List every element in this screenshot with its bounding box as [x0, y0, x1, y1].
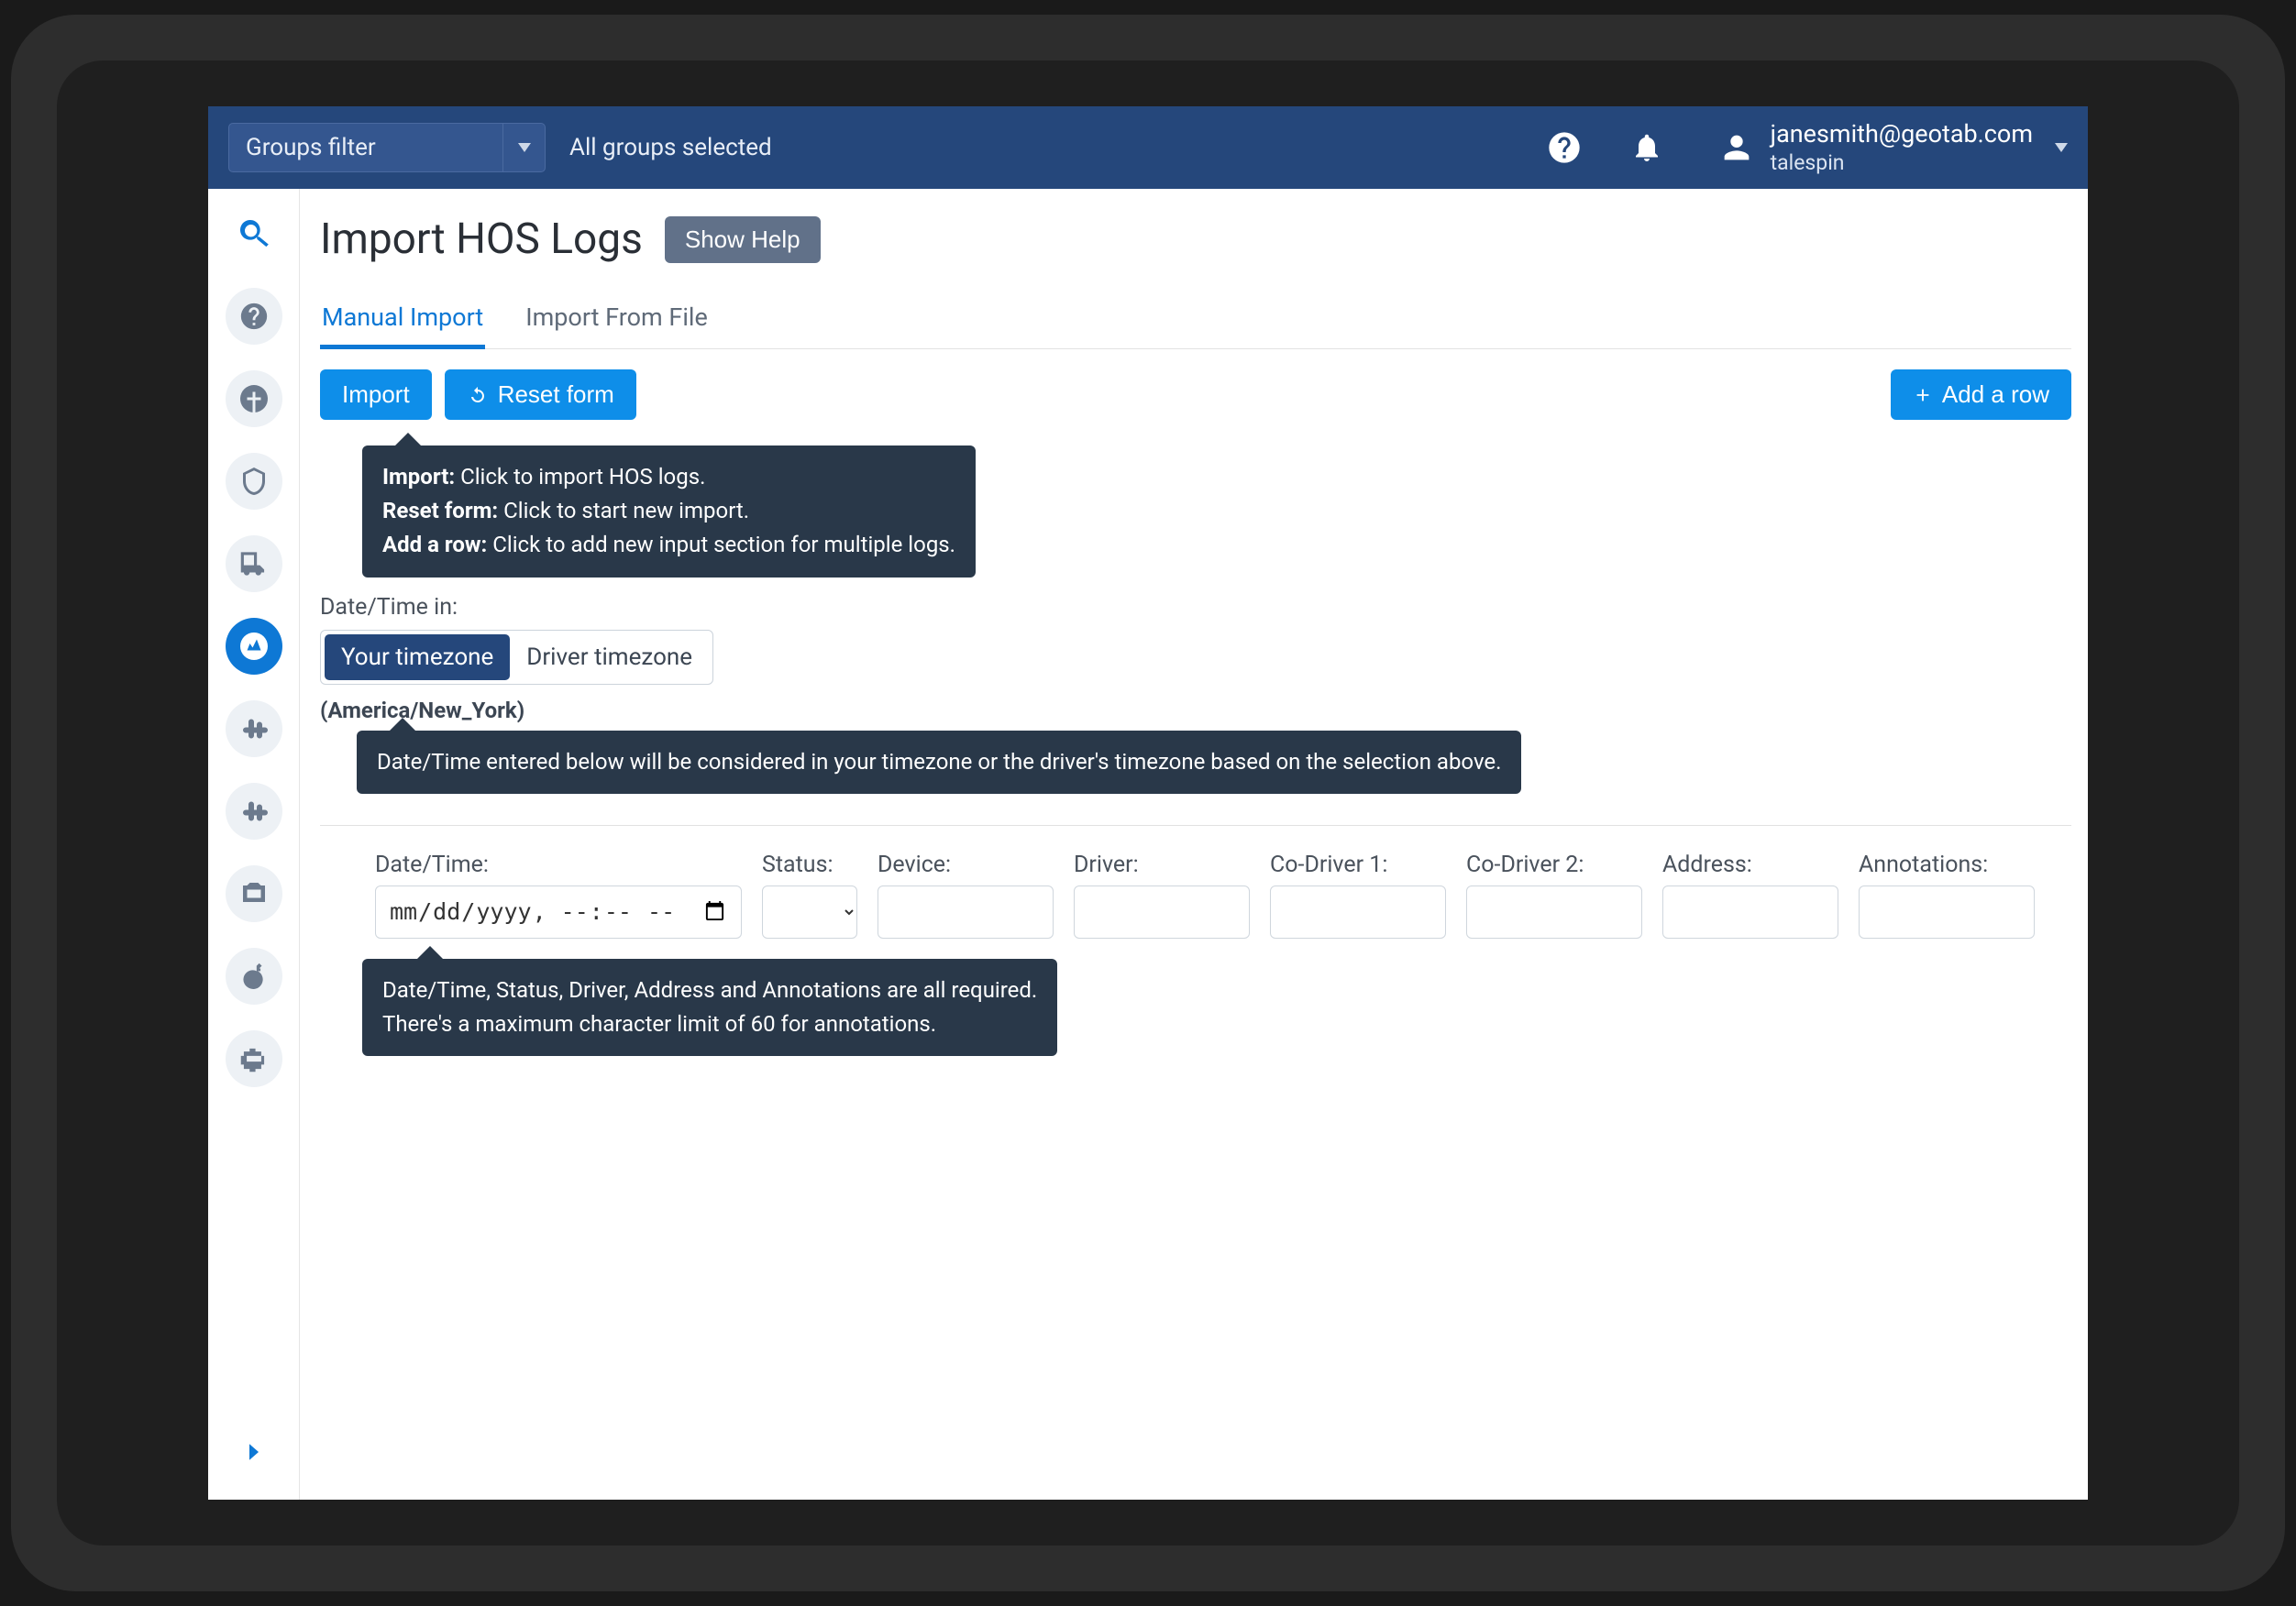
codriver2-label: Co-Driver 2:: [1466, 852, 1642, 878]
tablet-frame: Groups filter All groups selected: [11, 15, 2285, 1591]
datetime-input[interactable]: [375, 886, 742, 939]
help-icon[interactable]: [1541, 125, 1587, 170]
page-title: Import HOS Logs: [320, 214, 643, 264]
sidebar-diagnostics-icon[interactable]: [226, 865, 282, 922]
groups-filter[interactable]: Groups filter: [228, 123, 546, 172]
show-help-button[interactable]: Show Help: [665, 216, 821, 263]
caret-down-icon: [518, 143, 531, 152]
import-button[interactable]: Import: [320, 369, 432, 420]
sidebar-addin1-icon[interactable]: [226, 700, 282, 757]
bell-icon[interactable]: [1624, 125, 1670, 170]
add-row-button[interactable]: Add a row: [1891, 369, 2071, 420]
body: Import HOS Logs Show Help Manual Import …: [208, 189, 2088, 1500]
timezone-label: Date/Time in:: [320, 594, 2071, 621]
user-company: talespin: [1771, 150, 2033, 177]
tab-manual-import[interactable]: Manual Import: [320, 302, 485, 349]
sidebar-help-button[interactable]: [226, 288, 282, 345]
reset-form-label: Reset form: [498, 380, 614, 409]
timezone-toggle: Your timezone Driver timezone: [320, 630, 713, 685]
device-label: Device:: [878, 852, 1054, 878]
address-input[interactable]: [1662, 886, 1838, 939]
divider: [320, 825, 2071, 826]
user-text: janesmith@geotab.com talespin: [1771, 119, 2033, 177]
address-label: Address:: [1662, 852, 1838, 878]
timezone-your[interactable]: Your timezone: [325, 634, 510, 680]
timezone-current: (America/New_York): [320, 698, 2071, 723]
tabs: Manual Import Import From File: [320, 302, 2071, 349]
sidebar-shield-icon[interactable]: [226, 453, 282, 510]
tooltip-fields: Date/Time, Status, Driver, Address and A…: [362, 959, 1057, 1056]
sidebar-expand-button[interactable]: [226, 1424, 281, 1480]
datetime-label: Date/Time:: [375, 852, 742, 878]
groups-filter-label[interactable]: Groups filter: [228, 123, 503, 172]
action-row: Import Reset form Add a row: [320, 369, 2071, 420]
status-select[interactable]: [762, 886, 857, 939]
sidebar-activity-button[interactable]: [226, 618, 282, 675]
caret-down-icon: [2055, 143, 2068, 152]
timezone-section: Date/Time in: Your timezone Driver timez…: [320, 594, 2071, 723]
timezone-driver[interactable]: Driver timezone: [510, 634, 709, 680]
sidebar-bomb-icon[interactable]: [226, 948, 282, 1005]
driver-input[interactable]: [1074, 886, 1250, 939]
sidebar-addin2-icon[interactable]: [226, 783, 282, 840]
plus-icon: [1913, 385, 1933, 405]
codriver1-input[interactable]: [1270, 886, 1446, 939]
log-row: Date/Time: Status: Device: Driver:: [320, 852, 2071, 939]
add-row-label: Add a row: [1942, 380, 2049, 409]
status-label: Status:: [762, 852, 857, 878]
codriver1-label: Co-Driver 1:: [1270, 852, 1446, 878]
avatar-icon: [1714, 125, 1760, 170]
tab-import-from-file[interactable]: Import From File: [524, 302, 710, 349]
user-email: janesmith@geotab.com: [1771, 119, 2033, 150]
topbar: Groups filter All groups selected: [208, 106, 2088, 189]
refresh-icon: [467, 384, 489, 406]
groups-selection-text: All groups selected: [569, 134, 772, 161]
device-input[interactable]: [878, 886, 1054, 939]
annotations-label: Annotations:: [1859, 852, 2035, 878]
reset-form-button[interactable]: Reset form: [445, 369, 636, 420]
screen: Groups filter All groups selected: [208, 106, 2088, 1500]
annotations-input[interactable]: [1859, 886, 2035, 939]
driver-label: Driver:: [1074, 852, 1250, 878]
user-menu[interactable]: janesmith@geotab.com talespin: [1714, 119, 2068, 177]
tooltip-actions: Import: Click to import HOS logs. Reset …: [362, 446, 976, 578]
tablet-inner: Groups filter All groups selected: [57, 60, 2239, 1546]
sidebar: [208, 189, 300, 1500]
sidebar-search-button[interactable]: [226, 205, 282, 262]
sidebar-truck-icon[interactable]: [226, 535, 282, 592]
tooltip-timezone: Date/Time entered below will be consider…: [357, 731, 1521, 794]
groups-filter-dropdown-button[interactable]: [503, 123, 546, 172]
codriver2-input[interactable]: [1466, 886, 1642, 939]
content: Import HOS Logs Show Help Manual Import …: [300, 189, 2088, 1500]
sidebar-productivity-button[interactable]: [226, 370, 282, 427]
sidebar-engine-icon[interactable]: [226, 1030, 282, 1087]
